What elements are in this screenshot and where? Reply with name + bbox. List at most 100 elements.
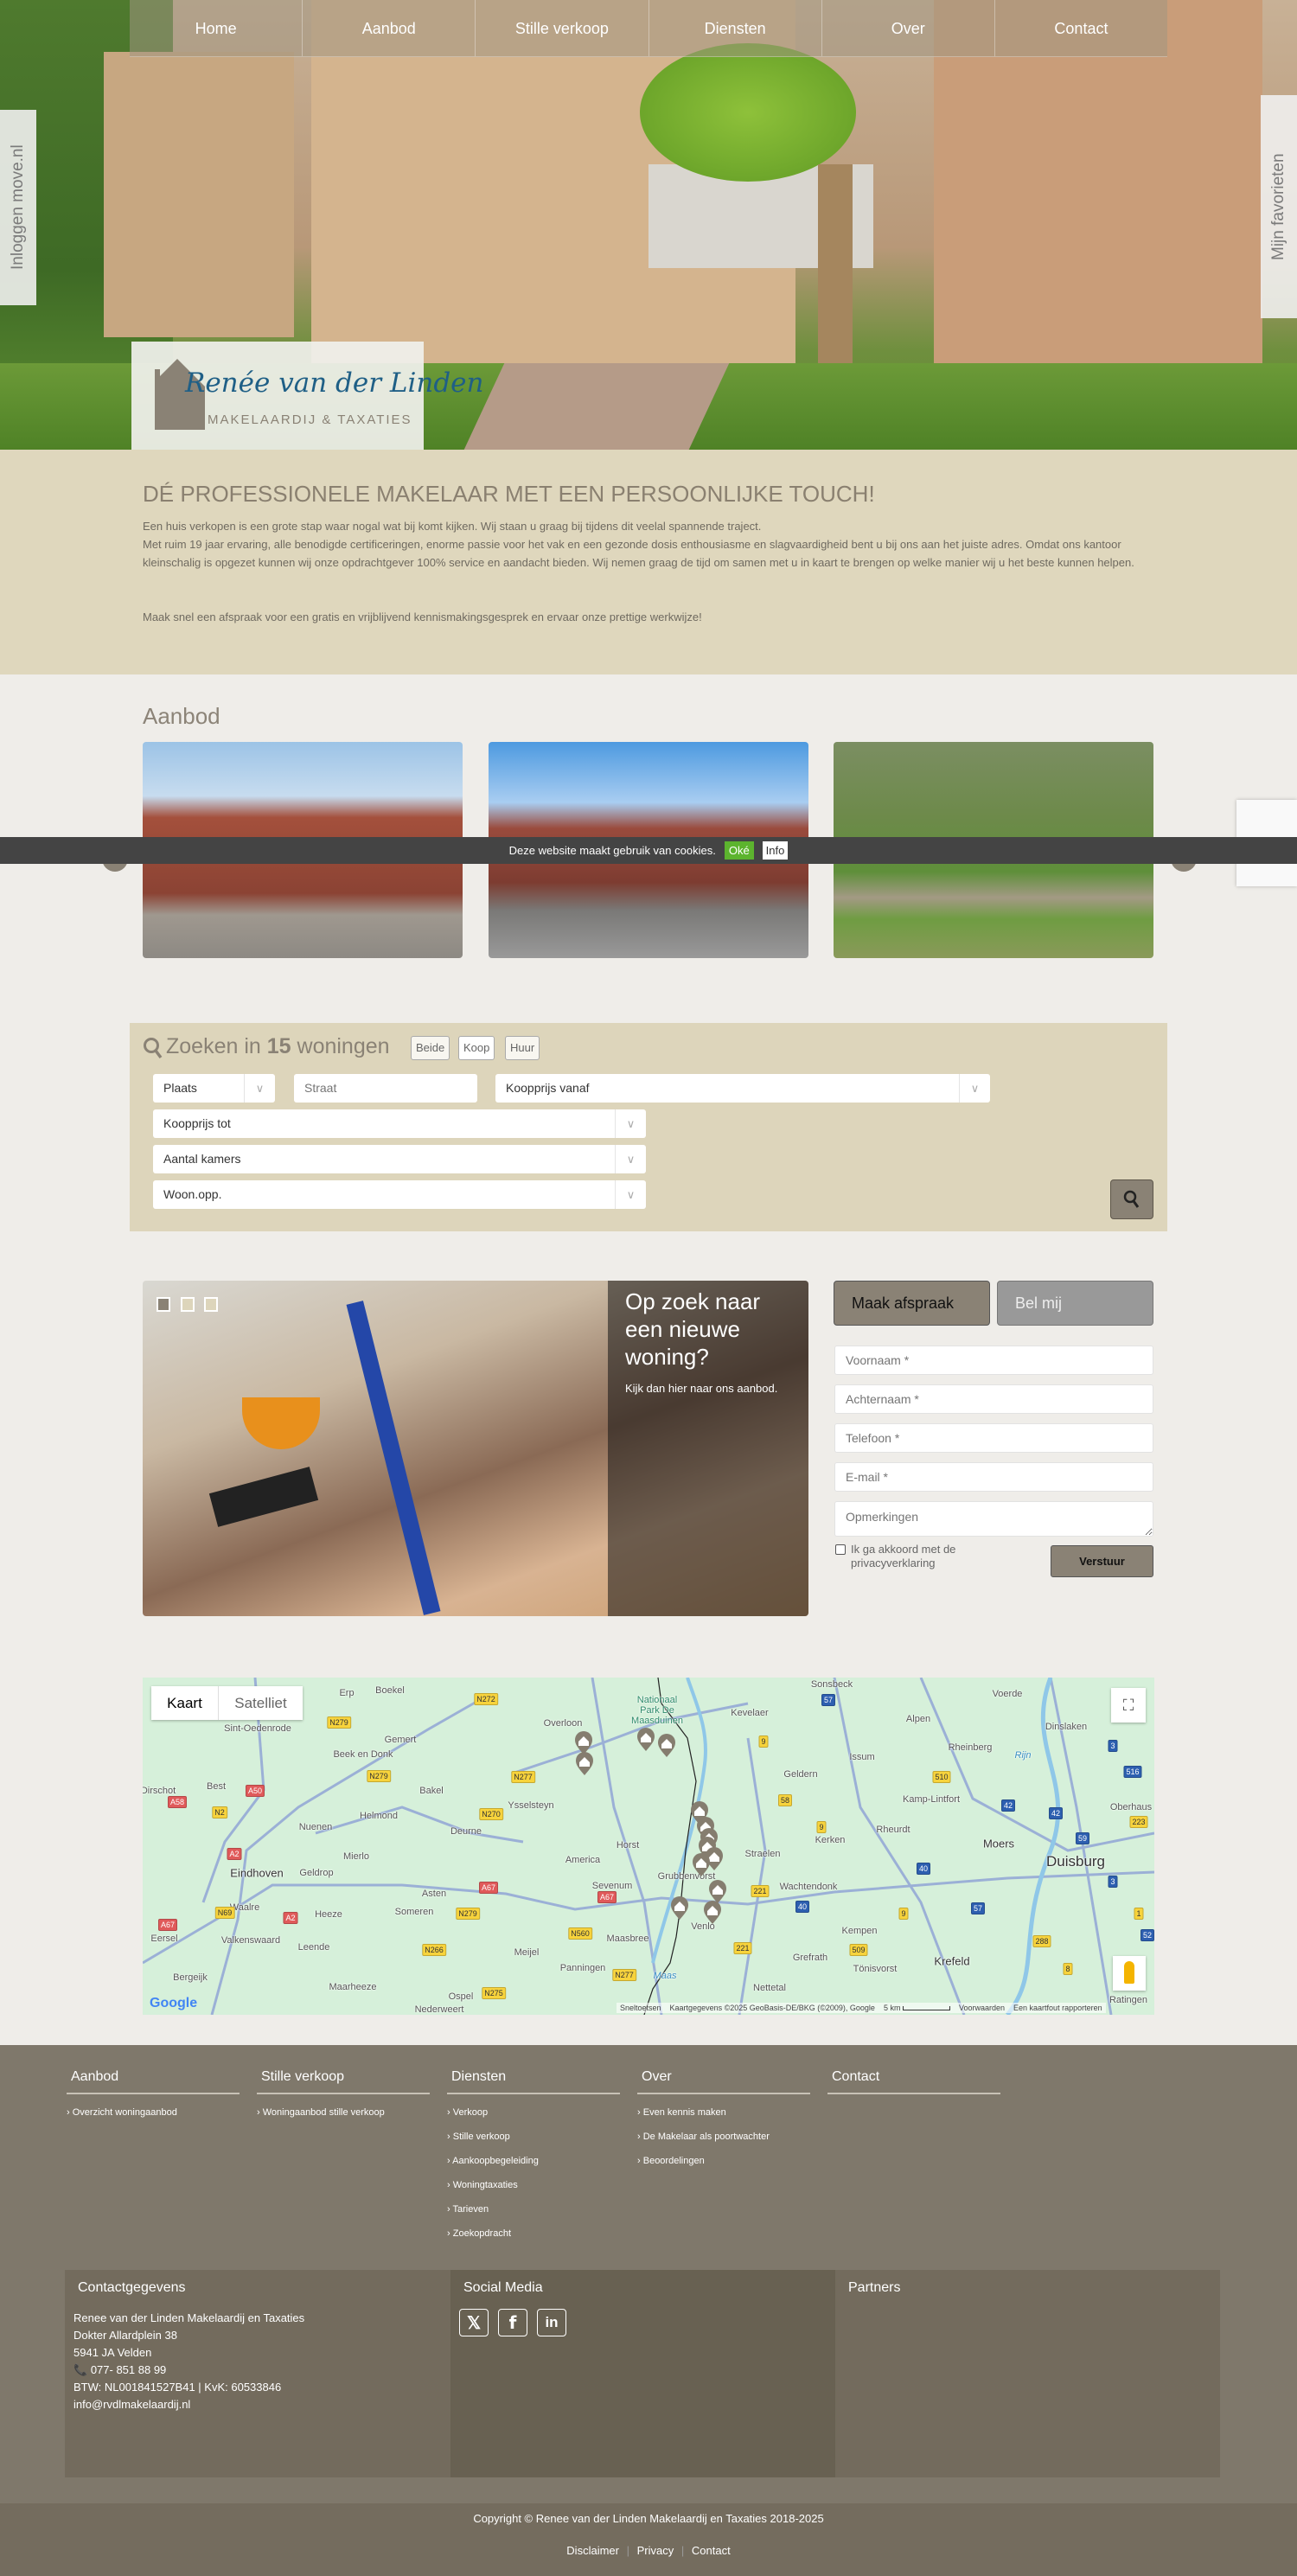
privacy-label[interactable]: Ik ga akkoord met de privacyverklaring bbox=[851, 1543, 989, 1570]
type-beide-button[interactable]: Beide bbox=[411, 1036, 450, 1060]
cookie-info-button[interactable]: Info bbox=[762, 841, 789, 860]
fullscreen-icon[interactable]: ⛶ bbox=[1111, 1688, 1146, 1723]
intro-title: DÉ PROFESSIONELE MAKELAAR MET EEN PERSOO… bbox=[143, 481, 875, 507]
slider-dot-active[interactable] bbox=[157, 1297, 170, 1312]
map-type-satelliet[interactable]: Satelliet bbox=[219, 1686, 303, 1720]
map-place-label: Rheurdt bbox=[876, 1825, 910, 1835]
map-road-shield: N266 bbox=[422, 1944, 446, 1956]
house-marker-icon[interactable] bbox=[703, 1901, 722, 1925]
contact-link[interactable]: Contact bbox=[692, 2544, 731, 2557]
contact-email-link[interactable]: info@rvdlmakelaardij.nl bbox=[73, 2398, 190, 2411]
footer-link[interactable]: › Overzicht woningaanbod bbox=[67, 2107, 240, 2119]
map-road-shield: 3 bbox=[1108, 1876, 1118, 1888]
achternaam-input[interactable] bbox=[834, 1384, 1153, 1414]
aantal-kamers-select[interactable]: Aantal kamers ∨ bbox=[153, 1145, 646, 1173]
woon-opp-select[interactable]: Woon.opp. ∨ bbox=[153, 1180, 646, 1209]
tab-bel-mij[interactable]: Bel mij bbox=[997, 1281, 1153, 1326]
search-submit-button[interactable] bbox=[1110, 1179, 1153, 1219]
search-icon bbox=[1123, 1190, 1140, 1208]
disclaimer-link[interactable]: Disclaimer bbox=[566, 2544, 619, 2557]
nav-aanbod[interactable]: Aanbod bbox=[303, 0, 476, 56]
promo-slider[interactable]: Op zoek naar een nieuwe woning? Kijk dan… bbox=[143, 1281, 808, 1616]
nav-over[interactable]: Over bbox=[822, 0, 995, 56]
map-place-label: Krefeld bbox=[934, 1954, 970, 1968]
partners-box: Partners bbox=[835, 2270, 1220, 2477]
slider-dot[interactable] bbox=[181, 1297, 195, 1312]
keyboard-shortcuts-link[interactable]: Sneltoetsen bbox=[620, 2004, 661, 2012]
nav-contact[interactable]: Contact bbox=[995, 0, 1167, 56]
tab-maak-afspraak[interactable]: Maak afspraak bbox=[834, 1281, 990, 1326]
logo[interactable]: Renée van der Linden MAKELAARDIJ & TAXAT… bbox=[131, 342, 484, 450]
map-road-shield: 40 bbox=[916, 1863, 931, 1875]
pegman-icon[interactable] bbox=[1113, 1956, 1146, 1991]
favorites-tab[interactable]: Mijn favorieten bbox=[1261, 95, 1297, 318]
map-road-shield: N69 bbox=[214, 1907, 235, 1919]
footer-link[interactable]: › Aankoopbegeleiding bbox=[447, 2156, 620, 2167]
map-road-shield: N277 bbox=[511, 1771, 535, 1783]
map-type-kaart[interactable]: Kaart bbox=[151, 1686, 219, 1720]
logo-tagline: MAKELAARDIJ & TAXATIES bbox=[208, 412, 412, 427]
map-road-shield: 52 bbox=[1140, 1929, 1154, 1941]
contact-phone[interactable]: 📞 077- 851 88 99 bbox=[73, 2363, 166, 2377]
map-road-shield: 223 bbox=[1129, 1816, 1148, 1828]
email-input[interactable] bbox=[834, 1462, 1153, 1492]
type-koop-button[interactable]: Koop bbox=[458, 1036, 495, 1060]
type-huur-button[interactable]: Huur bbox=[505, 1036, 540, 1060]
nav-home[interactable]: Home bbox=[130, 0, 303, 56]
map-road-shield: 221 bbox=[751, 1885, 770, 1897]
verstuur-button[interactable]: Verstuur bbox=[1051, 1545, 1153, 1577]
cookie-ok-button[interactable]: Oké bbox=[724, 841, 754, 860]
footer-link[interactable]: › De Makelaar als poortwachter bbox=[637, 2132, 810, 2143]
slider-dot[interactable] bbox=[204, 1297, 218, 1312]
footer-link[interactable]: › Woningtaxaties bbox=[447, 2180, 620, 2191]
house-marker-icon[interactable] bbox=[670, 1896, 689, 1921]
house-marker-icon[interactable] bbox=[657, 1734, 676, 1758]
house-marker-icon[interactable] bbox=[636, 1728, 655, 1752]
map-road-shield: A67 bbox=[157, 1919, 178, 1931]
voornaam-input[interactable] bbox=[834, 1346, 1153, 1375]
footer-link[interactable]: › Zoekopdracht bbox=[447, 2228, 620, 2240]
linkedin-icon[interactable]: in bbox=[537, 2309, 566, 2336]
phone-icon: 📞 bbox=[73, 2363, 88, 2376]
map-place-label: Maasbree bbox=[606, 1934, 649, 1944]
chevron-right-icon: › bbox=[447, 2204, 450, 2215]
koopprijs-tot-select[interactable]: Koopprijs tot ∨ bbox=[153, 1109, 646, 1138]
nav-diensten[interactable]: Diensten bbox=[649, 0, 822, 56]
telefoon-input[interactable] bbox=[834, 1423, 1153, 1453]
terms-link[interactable]: Voorwaarden bbox=[959, 2004, 1005, 2012]
report-error-link[interactable]: Een kaartfout rapporteren bbox=[1013, 2004, 1102, 2012]
koopprijs-vanaf-select[interactable]: Koopprijs vanaf ∨ bbox=[495, 1074, 990, 1103]
privacy-checkbox[interactable] bbox=[835, 1544, 846, 1555]
footer-link[interactable]: › Woningaanbod stille verkoop bbox=[257, 2107, 430, 2119]
house-marker-icon[interactable] bbox=[692, 1853, 711, 1877]
nav-stille-verkoop[interactable]: Stille verkoop bbox=[476, 0, 649, 56]
plaats-select[interactable]: Plaats ∨ bbox=[153, 1074, 275, 1103]
map-place-label: Nuenen bbox=[298, 1822, 333, 1832]
x-icon[interactable]: 𝕏 bbox=[459, 2309, 489, 2336]
footer-link[interactable]: › Beoordelingen bbox=[637, 2156, 810, 2167]
main-nav: Home Aanbod Stille verkoop Diensten Over… bbox=[130, 0, 1167, 57]
map[interactable]: Sint-Oedenrode Gemert Overloon Beek en Donk… bbox=[143, 1678, 1154, 2015]
login-tab[interactable]: Inloggen move.nl bbox=[0, 110, 36, 305]
facebook-icon[interactable]: f bbox=[498, 2309, 527, 2336]
straat-input[interactable] bbox=[294, 1074, 477, 1103]
map-place-label: Bergeijk bbox=[173, 1972, 208, 1983]
map-road-shield: A67 bbox=[597, 1891, 617, 1903]
house-marker-icon[interactable] bbox=[575, 1752, 594, 1776]
map-place-label: Best bbox=[206, 1781, 227, 1792]
map-road-shield: 9 bbox=[898, 1908, 909, 1920]
footer-link[interactable]: › Verkoop bbox=[447, 2107, 620, 2119]
social-title: Social Media bbox=[463, 2280, 543, 2295]
footer-link[interactable]: › Tarieven bbox=[447, 2204, 620, 2215]
footer-link[interactable]: › Stille verkoop bbox=[447, 2132, 620, 2143]
map-road-shield: 510 bbox=[932, 1771, 951, 1783]
opmerkingen-textarea[interactable] bbox=[834, 1501, 1153, 1537]
privacy-link[interactable]: Privacy bbox=[637, 2544, 674, 2557]
map-road-shield: 57 bbox=[970, 1902, 986, 1914]
contact-box: Contactgegevens Renee van der Linden Mak… bbox=[65, 2270, 450, 2477]
partners-title: Partners bbox=[848, 2280, 901, 2295]
map-place-label: Nederweert bbox=[414, 2004, 464, 2015]
chevron-down-icon: ∨ bbox=[615, 1180, 646, 1209]
footer-link[interactable]: › Even kennis maken bbox=[637, 2107, 810, 2119]
map-place-label: Dirschot bbox=[143, 1786, 176, 1796]
